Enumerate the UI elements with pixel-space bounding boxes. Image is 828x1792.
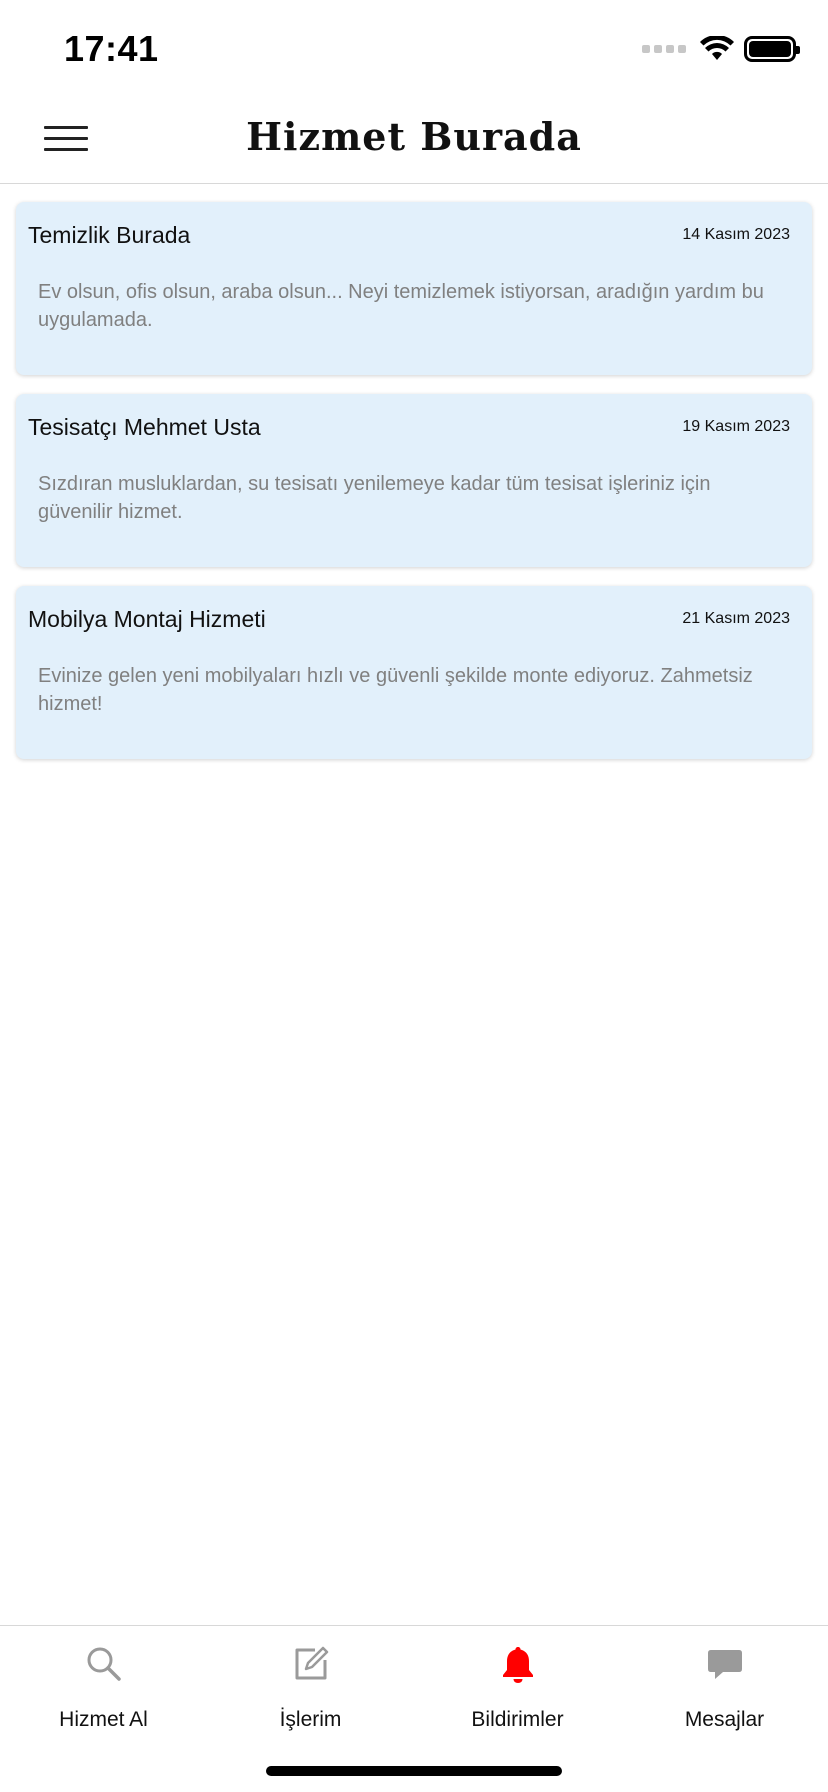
card-date: 19 Kasım 2023 (682, 418, 790, 435)
card-description: Evinize gelen yeni mobilyaları hızlı ve … (38, 665, 753, 715)
bell-icon (502, 1647, 533, 1683)
status-indicators (642, 36, 800, 62)
app-header: Hizmet Burada (0, 92, 828, 184)
screen: 17:41 Hizmet Burada Temizlik Burada 14 K… (0, 0, 828, 1792)
status-bar: 17:41 (0, 0, 828, 92)
wifi-icon (700, 36, 734, 60)
cellular-signal-icon (642, 45, 686, 53)
card-description: Sızdıran musluklardan, su tesisatı yenil… (38, 473, 711, 523)
notification-card[interactable]: Temizlik Burada 14 Kasım 2023 Ev olsun, … (16, 202, 812, 375)
card-title: Mobilya Montaj Hizmeti (28, 606, 266, 632)
tab-bildirimler[interactable]: Bildirimler (414, 1626, 621, 1746)
tab-label: Mesajlar (684, 1708, 765, 1731)
chat-bubble-icon (707, 1650, 742, 1679)
notification-card[interactable]: Mobilya Montaj Hizmeti 21 Kasım 2023 Evi… (16, 586, 812, 759)
edit-icon (295, 1646, 328, 1680)
card-title: Temizlik Burada (28, 222, 191, 248)
card-date: 14 Kasım 2023 (682, 226, 790, 243)
card-title: Tesisatçı Mehmet Usta (28, 414, 261, 440)
tab-islerim[interactable]: İşlerim (207, 1626, 414, 1746)
status-time: 17:41 (64, 28, 159, 69)
tab-label: Bildirimler (471, 1708, 564, 1731)
tab-mesajlar[interactable]: Mesajlar (621, 1626, 828, 1746)
card-date: 21 Kasım 2023 (682, 610, 790, 627)
tab-label: Hizmet Al (59, 1708, 148, 1731)
home-indicator (266, 1766, 562, 1776)
tab-hizmet-al[interactable]: Hizmet Al (0, 1626, 207, 1746)
battery-icon (744, 36, 800, 62)
notification-card[interactable]: Tesisatçı Mehmet Usta 19 Kasım 2023 Sızd… (16, 394, 812, 567)
search-icon (87, 1647, 121, 1681)
notification-list: Temizlik Burada 14 Kasım 2023 Ev olsun, … (16, 202, 812, 778)
tab-label: İşlerim (279, 1708, 342, 1731)
card-description: Ev olsun, ofis olsun, araba olsun... Ney… (38, 281, 764, 331)
app-title: Hizmet Burada (246, 114, 582, 159)
